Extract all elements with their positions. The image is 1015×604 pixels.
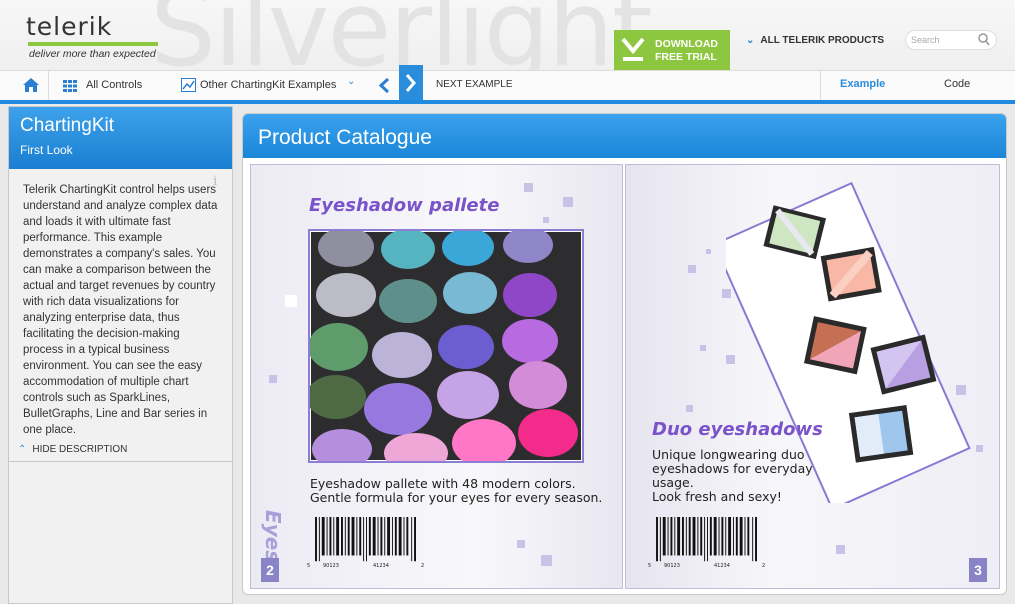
example-panel: Product Catalogue Eyeshadow pallete Eyes… [242, 113, 1007, 595]
eyeshadow-palette-image [308, 229, 584, 463]
decor-square [686, 405, 693, 412]
tab-code[interactable]: Code [944, 78, 970, 90]
decor-square [836, 545, 845, 554]
left-page-text-1: Eyeshadow pallete with 48 modern colors. [310, 476, 576, 491]
all-products-dropdown[interactable]: ⌄ ALL TELERIK PRODUCTS [746, 35, 884, 46]
left-page-number: 2 [261, 558, 279, 582]
chart-icon [181, 78, 196, 92]
grid-icon [63, 80, 77, 92]
sidebar-subtitle: First Look [20, 143, 73, 157]
logo-underline [28, 42, 158, 46]
left-page-heading: Eyeshadow pallete [309, 195, 500, 216]
barcode-digit-left: 5 [307, 563, 311, 569]
all-controls-link[interactable]: All Controls [86, 79, 142, 91]
barcode-digits-2: 41234 [373, 563, 389, 569]
decor-square [285, 295, 297, 307]
decor-square [563, 197, 573, 207]
hide-description-label: HIDE DESCRIPTION [32, 444, 128, 455]
decor-square [524, 183, 533, 192]
all-products-label: ALL TELERIK PRODUCTS [760, 35, 885, 46]
decor-square [688, 265, 696, 273]
left-page-category: Eyes [261, 510, 285, 563]
search-icon[interactable] [978, 33, 990, 47]
download-icon [621, 37, 645, 61]
search-input[interactable]: Search [905, 30, 997, 50]
catalogue-book[interactable]: Eyeshadow pallete Eyeshadow pallete with… [250, 164, 1000, 589]
decor-square [543, 217, 549, 223]
sidebar-divider [9, 461, 232, 462]
chevron-up-icon: ⌃ [18, 444, 27, 455]
panel-title: Product Catalogue [258, 126, 432, 149]
decor-square [700, 345, 706, 351]
nav-divider [820, 71, 821, 100]
search-placeholder: Search [911, 35, 940, 45]
download-line1: DOWNLOAD [655, 38, 718, 50]
decor-square [706, 249, 711, 254]
next-arrow-button[interactable] [399, 65, 423, 101]
next-arrow-icon [405, 74, 416, 92]
sidebar-title: ChartingKit [20, 115, 114, 136]
navigation-bar: All Controls Other ChartingKit Examples … [0, 65, 1015, 101]
header-accent-bar [0, 100, 1015, 104]
right-page-text-2: eyeshadows for everyday [652, 461, 813, 476]
header: Silverlight telerik deliver more than ex… [0, 0, 1015, 101]
logo-tagline: deliver more than expected [29, 48, 156, 60]
download-trial-button[interactable]: DOWNLOAD FREE TRIAL [614, 30, 730, 70]
nav-divider [48, 71, 49, 100]
sidebar-header: ChartingKit First Look [9, 107, 232, 169]
catalogue-page-left[interactable]: Eyeshadow pallete Eyeshadow pallete with… [250, 164, 623, 589]
decor-square [269, 375, 277, 383]
other-examples-dropdown[interactable]: Other ChartingKit Examples [200, 79, 336, 91]
barcode-digits-1: 90123 [664, 563, 680, 569]
sidebar: ChartingKit First Look i Telerik Chartin… [8, 106, 233, 604]
home-icon[interactable] [22, 77, 40, 93]
next-example-link[interactable]: NEXT EXAMPLE [436, 79, 513, 90]
right-page-text-4: Look fresh and sexy! [652, 489, 782, 504]
barcode-digit-left: 5 [648, 563, 652, 569]
hide-description-toggle[interactable]: ⌃ HIDE DESCRIPTION [18, 444, 127, 455]
chevron-down-icon: ⌄ [746, 35, 755, 46]
barcode-digits-2: 41234 [714, 563, 730, 569]
right-page-heading: Duo eyeshadows [652, 419, 823, 440]
barcode-digit-right: 2 [762, 563, 766, 569]
left-page-text-2: Gentle formula for your eyes for every s… [310, 490, 603, 505]
decor-square [541, 555, 552, 566]
barcode-digits-1: 90123 [323, 563, 339, 569]
right-page-text-1: Unique longwearing duo [652, 447, 805, 462]
double-chevron-down-icon[interactable]: ⌄ [347, 76, 355, 87]
barcode-digit-right: 2 [421, 563, 425, 569]
tab-example[interactable]: Example [840, 78, 885, 90]
logo-text: telerik [26, 12, 113, 41]
telerik-logo[interactable]: telerik deliver more than expected [26, 12, 161, 64]
right-page-number: 3 [969, 558, 987, 582]
decor-square [517, 540, 525, 548]
previous-arrow-icon[interactable] [378, 77, 390, 94]
sidebar-description: Telerik ChartingKit control helps users … [23, 184, 218, 436]
download-line2: FREE TRIAL [655, 51, 717, 63]
catalogue-page-right[interactable]: Duo eyeshadows Unique longwearing duo ey… [625, 164, 1000, 589]
panel-header: Product Catalogue [243, 114, 1006, 158]
right-page-text-3: usage. [652, 475, 694, 490]
